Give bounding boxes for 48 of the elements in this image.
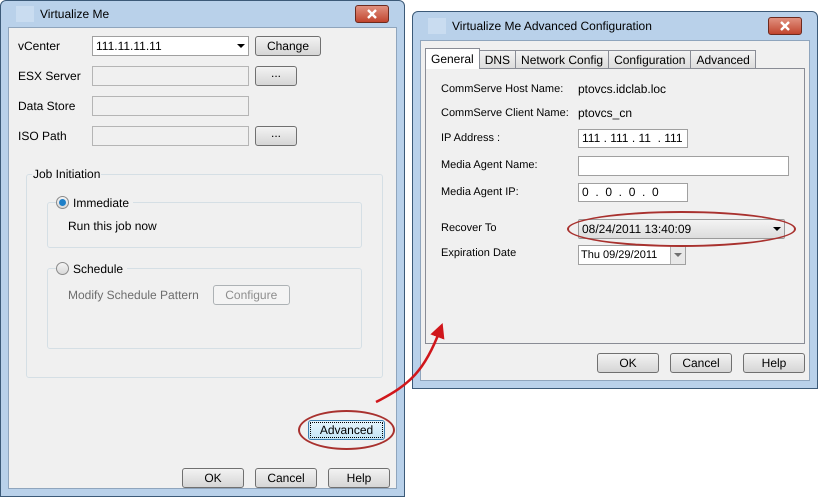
field-label: vCenter xyxy=(18,38,62,55)
tab[interactable]: General xyxy=(425,48,480,69)
tab[interactable]: Configuration xyxy=(608,50,692,68)
field-value: ptovcs_cn xyxy=(578,105,632,122)
button[interactable]: Help xyxy=(328,468,390,488)
field-label: Data Store xyxy=(18,98,76,115)
button[interactable]: OK xyxy=(182,468,244,488)
tab[interactable]: DNS xyxy=(478,50,516,68)
button[interactable]: Change xyxy=(255,36,321,56)
field-label: CommServe Host Name: xyxy=(441,82,564,97)
tab[interactable]: Network Config xyxy=(515,50,610,68)
radio-label: Schedule xyxy=(73,262,124,274)
close-icon xyxy=(366,9,378,19)
field-label: Media Agent IP: xyxy=(441,185,520,200)
tab[interactable]: Advanced xyxy=(690,50,756,68)
field-value: ptovcs.idclab.loc xyxy=(578,81,666,98)
combo-box[interactable]: 111.11.11.11 xyxy=(92,36,249,56)
field-label: CommServe Client Name: xyxy=(441,106,570,121)
radio-button[interactable] xyxy=(56,262,69,275)
button[interactable]: OK xyxy=(597,353,659,373)
dropdown-icon xyxy=(773,226,781,230)
close-button[interactable] xyxy=(355,5,389,23)
group-title: Job Initiation xyxy=(32,168,102,180)
field-label: Recover To xyxy=(441,221,498,236)
window-title: Virtualize Me Advanced Configuration xyxy=(452,18,653,35)
radio-button[interactable] xyxy=(56,196,69,209)
field-label: IP Address : xyxy=(441,131,502,146)
input-field[interactable] xyxy=(578,156,789,176)
window-title: Virtualize Me xyxy=(40,6,110,23)
dropdown-icon xyxy=(674,253,682,257)
dropdown-icon xyxy=(237,44,245,48)
close-icon xyxy=(779,21,791,31)
field-label: ESX Server xyxy=(18,68,82,85)
field-label: Expiration Date xyxy=(441,246,518,261)
date-picker[interactable]: Thu 09/29/2011 xyxy=(578,245,686,265)
combo-box[interactable]: 08/24/2011 13:40:09 xyxy=(578,218,785,238)
ip-field[interactable]: 0 . 0 . 0 . 0 xyxy=(578,183,688,202)
option-description: Run this job now xyxy=(68,218,157,235)
button[interactable]: Help xyxy=(743,353,805,373)
advanced-button[interactable]: Advanced xyxy=(308,420,385,440)
field-label: ISO Path xyxy=(18,128,68,145)
ip-field[interactable]: 111 . 111 . 11 . 111 xyxy=(578,129,688,148)
close-button[interactable] xyxy=(768,17,802,35)
button[interactable]: Cancel xyxy=(255,468,317,488)
button[interactable]: Cancel xyxy=(670,353,732,373)
field-label: Media Agent Name: xyxy=(441,158,539,174)
option-description: Modify Schedule Pattern xyxy=(68,287,199,304)
radio-label: Immediate xyxy=(73,196,130,208)
